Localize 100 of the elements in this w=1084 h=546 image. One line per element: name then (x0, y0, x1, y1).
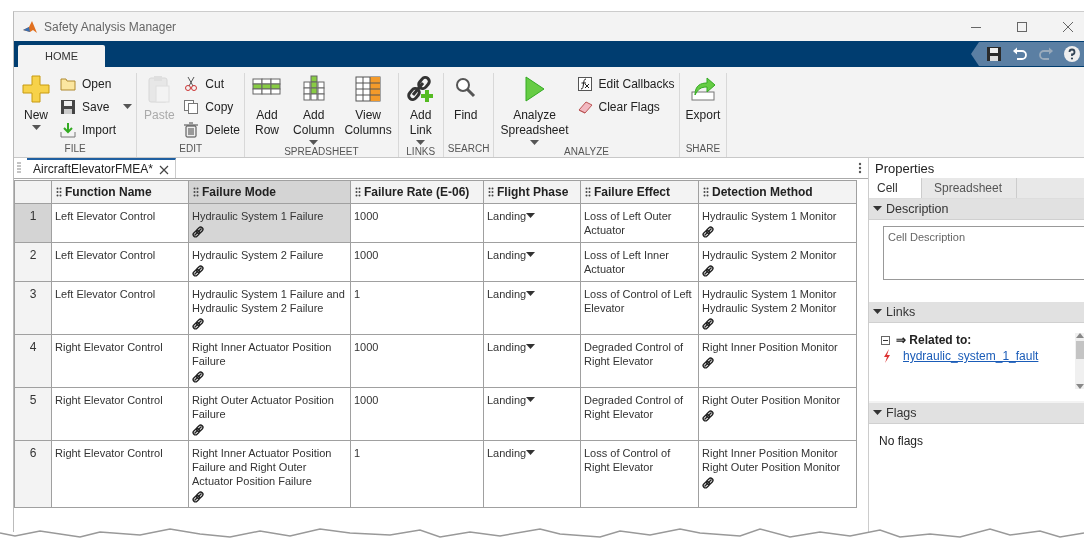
table-cell[interactable]: Right Inner Actuator Position Failure and Right Outer Actuator Position Failure (188, 440, 351, 508)
link-icon[interactable] (192, 488, 204, 503)
column-header[interactable]: Detection Method (698, 180, 857, 204)
table-cell[interactable]: Landing (483, 440, 581, 508)
table-cell[interactable]: Loss of Control of Left Elevator (580, 281, 699, 335)
table-cell[interactable]: Right Inner Position Monitor Right Outer Position Monitor (698, 440, 857, 508)
panel-tab[interactable]: Spreadsheet (922, 178, 1018, 198)
table-cell[interactable]: 1000 (350, 203, 484, 243)
close-icon[interactable] (159, 164, 170, 175)
ribbon-button[interactable]: View Columns (342, 73, 394, 146)
table-cell[interactable]: Hydraulic System 2 Monitor (698, 242, 857, 282)
table-cell[interactable]: 1 (350, 440, 484, 508)
column-header[interactable]: Failure Effect (580, 180, 699, 204)
link-icon[interactable] (192, 315, 204, 330)
scrollbar[interactable] (1075, 333, 1084, 389)
row-number[interactable]: 6 (14, 440, 52, 508)
dropdown-caret-icon[interactable] (526, 344, 536, 350)
scroll-down-icon[interactable] (1076, 384, 1084, 389)
row-number[interactable]: 5 (14, 387, 52, 441)
link-icon[interactable] (702, 223, 714, 238)
dropdown-caret-icon[interactable] (526, 213, 536, 219)
ribbon-button[interactable]: Delete (183, 121, 241, 138)
link[interactable]: hydraulic_system_1_fault (903, 349, 1039, 363)
description-field[interactable]: Cell Description (883, 226, 1084, 280)
ribbon-button[interactable]: Import (60, 121, 133, 138)
table-cell[interactable]: Landing (483, 334, 581, 388)
table-cell[interactable]: 1000 (350, 387, 484, 441)
row-number[interactable]: 4 (14, 334, 52, 388)
table-cell[interactable]: Right Inner Position Monitor (698, 334, 857, 388)
scroll-up-icon[interactable] (1076, 333, 1084, 338)
table-cell[interactable]: Left Elevator Control (51, 203, 189, 243)
section-header[interactable]: Flags (869, 403, 1084, 424)
table-cell[interactable]: Landing (483, 281, 581, 335)
ribbon-button[interactable]: Save (60, 98, 133, 115)
ribbon-button[interactable]: Export (683, 73, 723, 143)
table-cell[interactable]: Left Elevator Control (51, 281, 189, 335)
table-cell[interactable]: Degraded Control of Right Elevator (580, 387, 699, 441)
ribbon-button[interactable]: Analyze Spreadsheet (498, 73, 571, 146)
table-cell[interactable]: Degraded Control of Right Elevator (580, 334, 699, 388)
ribbon-button[interactable]: Add Row (249, 73, 286, 146)
link-icon[interactable] (702, 262, 714, 277)
section-header[interactable]: Description (869, 199, 1084, 220)
table-cell[interactable]: Loss of Left Inner Actuator (580, 242, 699, 282)
table-cell[interactable]: Loss of Left Outer Actuator (580, 203, 699, 243)
dropdown-caret-icon[interactable] (526, 252, 536, 258)
section-header[interactable]: Links (869, 302, 1084, 323)
table-cell[interactable]: Right Outer Position Monitor (698, 387, 857, 441)
row-number[interactable]: 3 (14, 281, 52, 335)
table-cell[interactable]: Hydraulic System 2 Failure (188, 242, 351, 282)
table-cell[interactable]: 1000 (350, 242, 484, 282)
table-cell[interactable]: Right Elevator Control (51, 387, 189, 441)
dropdown-caret-icon[interactable] (526, 397, 536, 403)
document-tab[interactable]: AircraftElevatorFMEA* (27, 158, 177, 178)
table-cell[interactable]: Right Inner Actuator Position Failure (188, 334, 351, 388)
column-header[interactable]: Failure Mode (188, 180, 351, 204)
table-cell[interactable]: Loss of Control of Right Elevator (580, 440, 699, 508)
ribbon-button[interactable]: New (18, 73, 54, 143)
table-cell[interactable]: Hydraulic System 1 Failure and Hydraulic System 2 Failure (188, 281, 351, 335)
link-icon[interactable] (702, 315, 714, 330)
help-icon[interactable] (1063, 45, 1081, 63)
link-icon[interactable] (702, 354, 714, 369)
ribbon-button[interactable]: Find (447, 73, 484, 143)
table-cell[interactable]: Landing (483, 242, 581, 282)
ribbon-button[interactable]: Add Column (291, 73, 337, 146)
row-number[interactable]: 2 (14, 242, 52, 282)
grip-icon[interactable] (16, 161, 22, 173)
link-icon[interactable] (192, 262, 204, 277)
ribbon-button[interactable]: Add Link (402, 73, 439, 146)
ribbon-button[interactable]: Copy (183, 98, 241, 115)
table-cell[interactable]: Right Outer Actuator Position Failure (188, 387, 351, 441)
undo-icon[interactable] (1011, 45, 1029, 63)
table-cell[interactable]: Hydraulic System 1 Failure (188, 203, 351, 243)
column-header[interactable]: Flight Phase (483, 180, 581, 204)
more-options-icon[interactable] (858, 162, 862, 174)
ribbon-tab[interactable]: HOME (18, 45, 105, 67)
table-cell[interactable]: 1000 (350, 334, 484, 388)
link-icon[interactable] (192, 421, 204, 436)
table-cell[interactable]: Right Elevator Control (51, 334, 189, 388)
collapse-icon[interactable] (881, 335, 890, 345)
table-cell[interactable]: Left Elevator Control (51, 242, 189, 282)
ribbon-button[interactable]: Open (60, 75, 133, 92)
link-icon[interactable] (192, 368, 204, 383)
link-icon[interactable] (702, 407, 714, 422)
table-cell[interactable]: Hydraulic System 1 Monitor Hydraulic System 2 Monitor (698, 281, 857, 335)
link-icon[interactable] (192, 223, 204, 238)
table-cell[interactable]: Landing (483, 387, 581, 441)
save-icon[interactable] (985, 45, 1003, 63)
row-number[interactable]: 1 (14, 203, 52, 243)
ribbon-button[interactable]: Edit Callbacks (576, 75, 675, 92)
ribbon-button[interactable]: Cut (183, 75, 241, 92)
ribbon-button[interactable]: Clear Flags (576, 98, 675, 115)
column-header[interactable]: Failure Rate (E-06) (350, 180, 484, 204)
table-cell[interactable]: Hydraulic System 1 Monitor (698, 203, 857, 243)
table-cell[interactable]: 1 (350, 281, 484, 335)
dropdown-caret-icon[interactable] (526, 291, 536, 297)
link-icon[interactable] (702, 474, 714, 489)
panel-tab[interactable]: Cell (869, 178, 922, 198)
table-cell[interactable]: Landing (483, 203, 581, 243)
table-cell[interactable]: Right Elevator Control (51, 440, 189, 508)
column-header[interactable]: Function Name (51, 180, 189, 204)
